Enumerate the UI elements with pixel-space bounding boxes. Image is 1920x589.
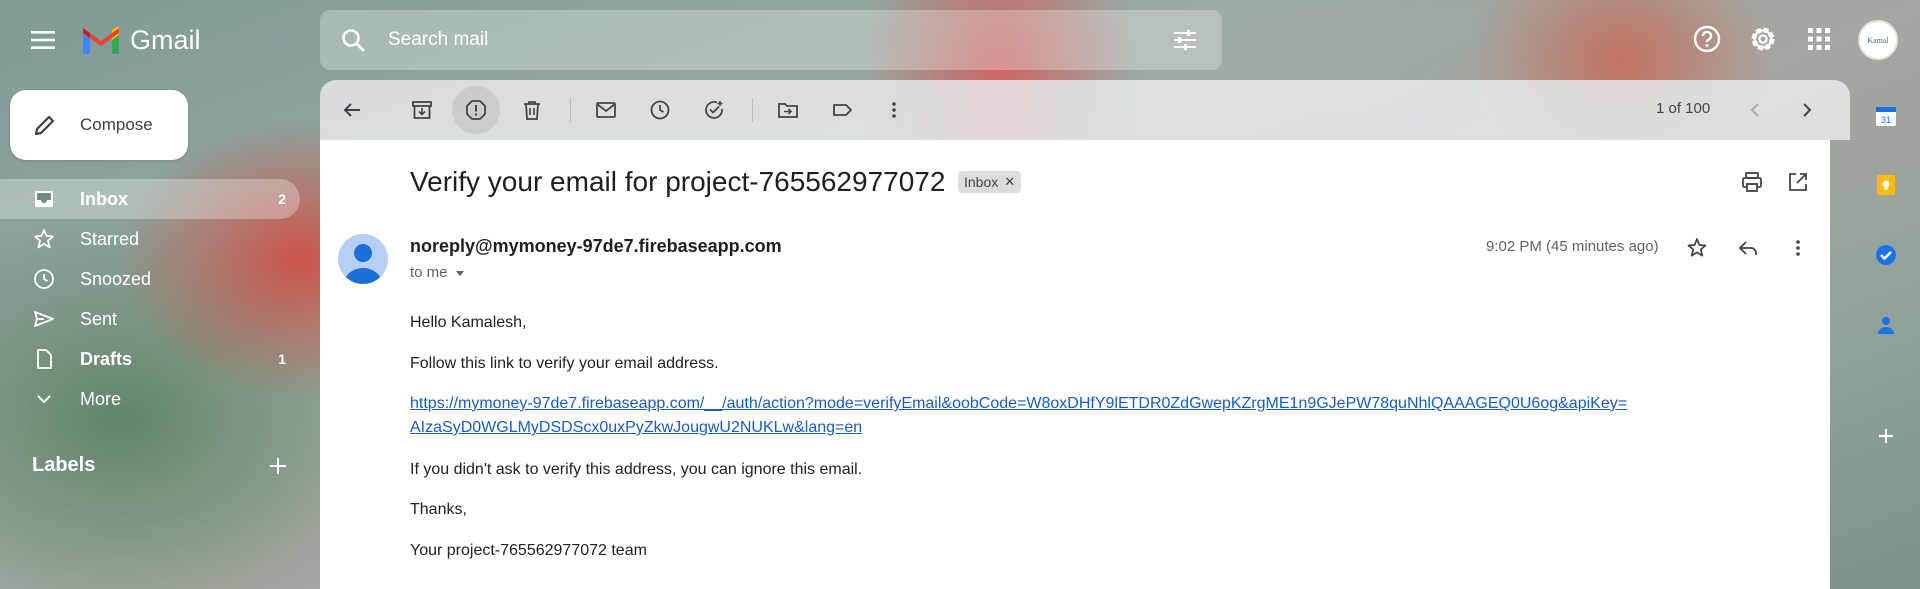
toolbar-divider bbox=[752, 98, 753, 122]
contacts-icon[interactable] bbox=[1872, 311, 1900, 339]
main-menu-icon[interactable] bbox=[28, 28, 60, 52]
nav-label-starred: Starred bbox=[80, 228, 140, 249]
inbox-chip-label: Inbox bbox=[964, 174, 999, 190]
labels-heading: Labels bbox=[32, 454, 96, 476]
email-instruction: Follow this link to verify your email ad… bbox=[410, 355, 719, 372]
email-timestamp: 9:02 PM (45 minutes ago) bbox=[1486, 238, 1659, 255]
verification-link-line2[interactable]: AIzaSyD0WGLMyDSDScx0uxPyZkwJougwU2NUKLw&… bbox=[410, 416, 1627, 440]
drafts-count: 1 bbox=[278, 351, 286, 367]
delete-icon[interactable] bbox=[514, 92, 550, 128]
svg-text:31: 31 bbox=[1881, 115, 1891, 125]
keep-icon[interactable] bbox=[1872, 171, 1900, 199]
help-icon[interactable] bbox=[1690, 22, 1724, 56]
tasks-icon[interactable] bbox=[1872, 241, 1900, 269]
nav-label-inbox: Inbox bbox=[80, 188, 128, 209]
message-toolbar: 1 of 100 bbox=[320, 80, 1850, 140]
verification-link[interactable]: https://mymoney-97de7.firebaseapp.com/__… bbox=[410, 392, 1627, 440]
email-greeting: Hello Kamalesh, bbox=[410, 314, 527, 331]
person-icon bbox=[344, 244, 382, 284]
newer-chevron-left-icon[interactable] bbox=[1738, 92, 1774, 128]
reply-icon[interactable] bbox=[1734, 234, 1762, 262]
mark-unread-icon[interactable] bbox=[588, 92, 624, 128]
recipient-label: to me bbox=[410, 264, 448, 281]
nav-label-drafts: Drafts bbox=[80, 348, 133, 369]
get-addons-icon[interactable] bbox=[1872, 422, 1900, 450]
pencil-icon bbox=[32, 112, 58, 138]
snooze-icon[interactable] bbox=[642, 92, 678, 128]
compose-button[interactable]: Compose bbox=[10, 90, 188, 160]
app-name: Gmail bbox=[130, 24, 201, 55]
toolbar-divider bbox=[570, 98, 571, 122]
avatar-text: Kamal bbox=[1867, 35, 1889, 45]
more-vertical-icon[interactable] bbox=[876, 92, 912, 128]
gmail-m-icon bbox=[83, 26, 119, 54]
inbox-label-chip: Inbox ✕ bbox=[958, 171, 1022, 193]
email-view: Verify your email for project-7655629770… bbox=[320, 140, 1830, 589]
nav-item-inbox[interactable]: Inbox 2 bbox=[0, 179, 300, 219]
label-icon[interactable] bbox=[824, 92, 860, 128]
nav-label-snoozed: Snoozed bbox=[80, 268, 152, 289]
account-avatar[interactable]: Kamal bbox=[1858, 20, 1898, 60]
pagination-text: 1 of 100 bbox=[1656, 100, 1711, 117]
email-thanks: Thanks, bbox=[410, 501, 467, 518]
nav-item-snoozed[interactable]: Snoozed bbox=[0, 259, 300, 299]
email-signature: Your project-765562977072 team bbox=[410, 542, 647, 559]
move-to-icon[interactable] bbox=[770, 92, 806, 128]
print-icon[interactable] bbox=[1738, 168, 1766, 196]
caret-down-icon bbox=[455, 270, 464, 276]
star-message-icon[interactable] bbox=[1683, 234, 1711, 262]
nav-item-drafts[interactable]: Drafts 1 bbox=[0, 339, 300, 379]
inbox-icon bbox=[32, 187, 56, 211]
draft-icon bbox=[32, 347, 56, 371]
nav-item-sent[interactable]: Sent bbox=[0, 299, 300, 339]
search-options-icon[interactable] bbox=[1172, 28, 1198, 52]
star-icon bbox=[32, 227, 56, 251]
calendar-icon[interactable]: 31 bbox=[1872, 102, 1900, 130]
add-label-icon[interactable] bbox=[266, 454, 290, 478]
send-icon bbox=[32, 307, 56, 331]
gmail-logo[interactable]: Gmail bbox=[80, 24, 201, 56]
apps-grid-icon[interactable] bbox=[1802, 22, 1836, 56]
remove-label-icon[interactable]: ✕ bbox=[1004, 174, 1015, 190]
archive-icon[interactable] bbox=[404, 92, 440, 128]
compose-label: Compose bbox=[80, 115, 153, 134]
more-options-icon[interactable] bbox=[1784, 234, 1812, 262]
recipient-details[interactable]: to me bbox=[410, 264, 466, 281]
report-spam-icon[interactable] bbox=[452, 86, 500, 134]
back-arrow-icon[interactable] bbox=[334, 92, 370, 128]
email-subject: Verify your email for project-7655629770… bbox=[410, 166, 946, 197]
nav-item-starred[interactable]: Starred bbox=[0, 219, 300, 259]
inbox-count: 2 bbox=[278, 191, 286, 207]
verification-link-line1[interactable]: https://mymoney-97de7.firebaseapp.com/__… bbox=[410, 392, 1627, 416]
nav-item-more[interactable]: More bbox=[0, 379, 300, 419]
search-bar[interactable]: Search mail bbox=[320, 10, 1222, 70]
settings-gear-icon[interactable] bbox=[1746, 22, 1780, 56]
open-in-new-window-icon[interactable] bbox=[1784, 168, 1812, 196]
sender-avatar[interactable] bbox=[338, 234, 388, 284]
email-ignore-note: If you didn't ask to verify this address… bbox=[410, 461, 863, 478]
nav-label-more: More bbox=[80, 388, 122, 409]
older-chevron-right-icon[interactable] bbox=[1788, 92, 1824, 128]
nav-label-sent: Sent bbox=[80, 308, 118, 329]
sender-email: noreply@mymoney-97de7.firebaseapp.com bbox=[410, 236, 782, 256]
chevron-down-icon bbox=[32, 387, 56, 411]
clock-icon bbox=[32, 267, 56, 291]
search-input[interactable]: Search mail bbox=[388, 29, 1172, 51]
search-icon[interactable] bbox=[340, 27, 366, 53]
add-to-tasks-icon[interactable] bbox=[696, 92, 732, 128]
